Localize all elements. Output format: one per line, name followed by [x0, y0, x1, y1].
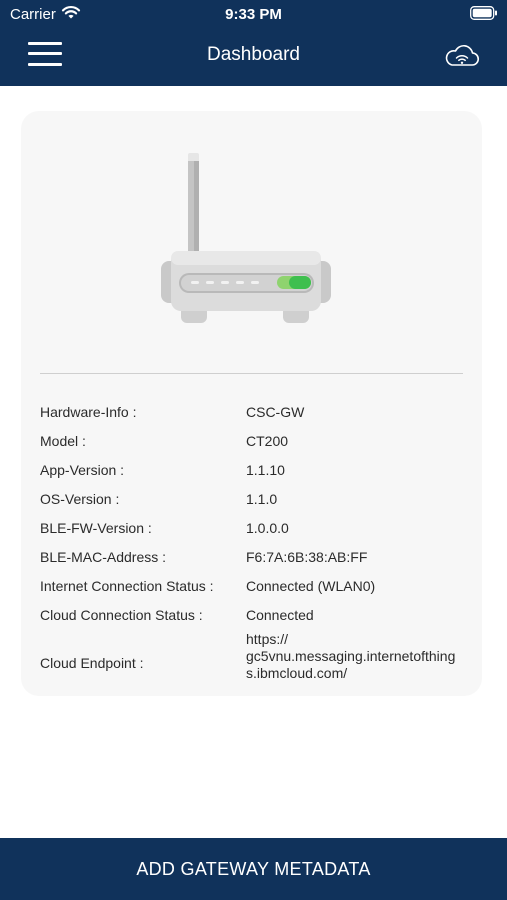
router-icon — [161, 153, 331, 323]
info-row-app-version: App-Version : 1.1.10 — [40, 459, 470, 488]
dashboard-screen: Carrier 9:33 PM Dashboard Hardware-Info … — [0, 0, 507, 900]
info-label: Model : — [40, 433, 86, 449]
info-row-cloud-endpoint: Cloud Endpoint : https:// gc5vnu.messagi… — [40, 631, 470, 695]
card-divider — [40, 373, 463, 374]
cloud-endpoint-value: https:// gc5vnu.messaging.internetofthin… — [246, 631, 456, 681]
info-value: CSC-GW — [246, 404, 305, 420]
info-value: 1.0.0.0 — [246, 520, 289, 536]
info-row-os-version: OS-Version : 1.1.0 — [40, 488, 470, 517]
info-value: CT200 — [246, 433, 289, 449]
device-info-card: Hardware-Info : CSC-GW Model : CT200 App… — [21, 111, 482, 696]
info-row-ble-mac: BLE-MAC-Address : F6:7A:6B:38:AB:FF — [40, 546, 470, 575]
info-value: 1.1.10 — [246, 462, 285, 478]
info-row-model: Model : CT200 — [40, 430, 470, 459]
info-label: BLE-MAC-Address : — [40, 549, 167, 565]
info-label: Cloud Connection Status : — [40, 607, 203, 623]
page-title: Dashboard — [207, 44, 300, 65]
info-label: Internet Connection Status : — [40, 578, 214, 594]
info-label: BLE-FW-Version : — [40, 520, 152, 536]
app-header: Carrier 9:33 PM Dashboard — [0, 0, 507, 86]
info-row-cloud-status: Cloud Connection Status : Connected — [40, 604, 470, 633]
nav-bar: Dashboard — [0, 28, 507, 86]
info-value: Connected (WLAN0) — [246, 578, 376, 594]
status-time: 9:33 PM — [225, 6, 282, 23]
device-info-list: Hardware-Info : CSC-GW Model : CT200 App… — [40, 401, 470, 695]
info-value: 1.1.0 — [246, 491, 278, 507]
info-label: Hardware-Info : — [40, 404, 137, 420]
info-label: OS-Version : — [40, 491, 120, 507]
status-bar: Carrier 9:33 PM — [0, 0, 507, 28]
add-gateway-metadata-button[interactable]: ADD GATEWAY METADATA — [0, 838, 507, 900]
info-row-ble-fw-version: BLE-FW-Version : 1.0.0.0 — [40, 517, 470, 546]
battery-icon — [470, 6, 497, 20]
info-value: F6:7A:6B:38:AB:FF — [246, 549, 368, 565]
info-label: App-Version : — [40, 462, 125, 478]
info-value: Connected — [246, 607, 314, 623]
info-row-hardware: Hardware-Info : CSC-GW — [40, 401, 470, 430]
cloud-wifi-icon[interactable] — [443, 42, 481, 70]
info-row-internet-status: Internet Connection Status : Connected (… — [40, 575, 470, 604]
info-label: Cloud Endpoint : — [40, 655, 144, 671]
